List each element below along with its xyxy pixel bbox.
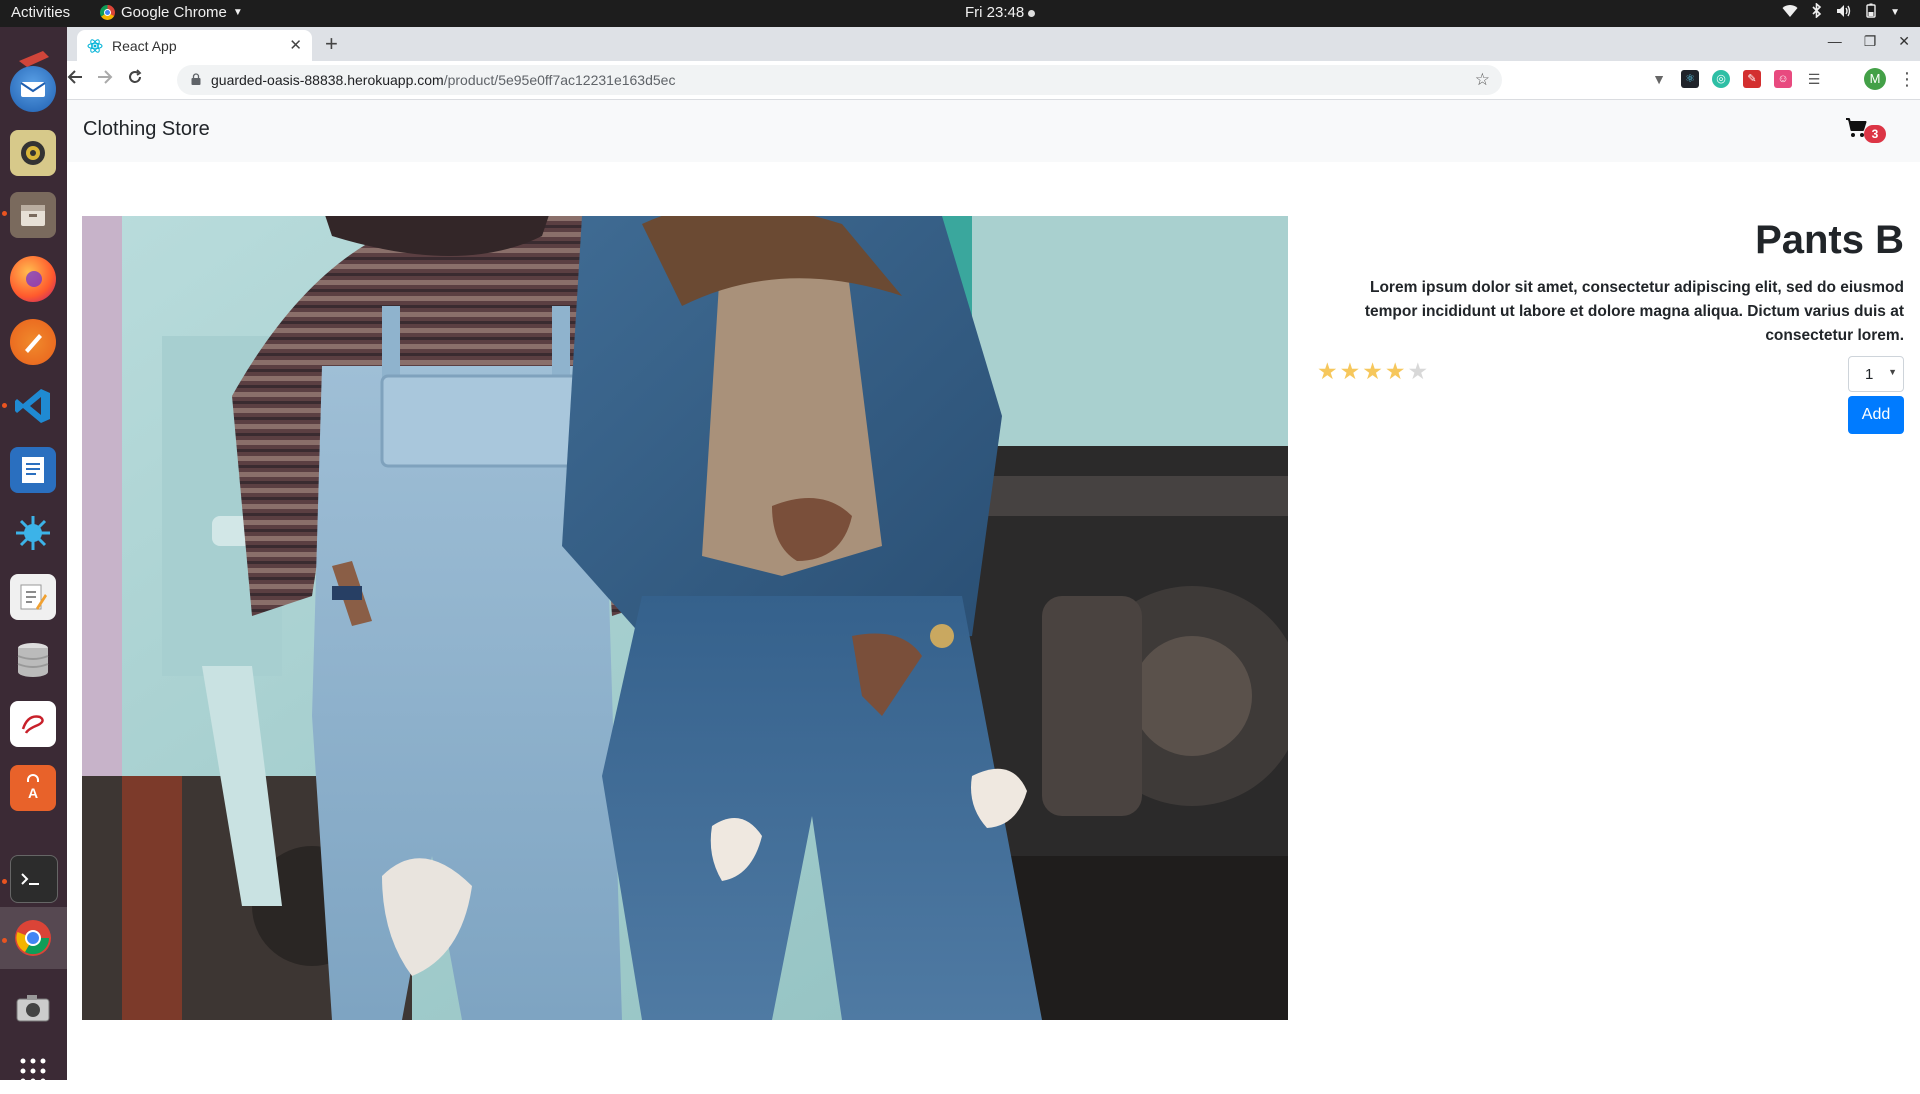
site-navbar: Clothing Store 3	[67, 100, 1920, 162]
clock[interactable]: Fri 23:48	[965, 4, 1036, 21]
star-filled-icon: ★	[1362, 358, 1383, 384]
product-title: Pants B	[1755, 218, 1904, 262]
star-empty-icon: ★	[1407, 358, 1429, 384]
close-window-icon[interactable]: ✕	[1898, 33, 1910, 50]
minimize-icon[interactable]: —	[1828, 33, 1842, 50]
show-apps-icon[interactable]	[10, 1048, 56, 1094]
star-filled-icon: ★	[1384, 358, 1406, 384]
activities-button[interactable]: Activities	[11, 4, 70, 21]
extension-red-icon[interactable]: ✎	[1743, 70, 1761, 88]
svg-text:A: A	[28, 785, 38, 801]
url-text: guarded-oasis-88838.herokuapp.com/produc…	[211, 72, 675, 88]
running-indicator	[2, 938, 7, 943]
extensions-bar: ▼ ⚛ ◎ ✎ ☺ ☰	[1650, 70, 1823, 88]
star-filled-icon: ★	[1317, 358, 1338, 384]
files-icon[interactable]	[10, 192, 56, 238]
url-host: guarded-oasis-88838.herokuapp.com	[211, 72, 444, 88]
chevron-down-icon: ▼	[1890, 6, 1900, 18]
extension-pink-icon[interactable]: ☺	[1774, 70, 1792, 88]
bookmark-star-icon[interactable]: ☆	[1475, 70, 1490, 90]
quantity-select[interactable]: 1 ▼	[1848, 356, 1904, 392]
kdenlive-icon[interactable]	[10, 510, 56, 556]
writer-icon[interactable]	[10, 447, 56, 493]
text-editor-icon[interactable]	[10, 574, 56, 620]
firefox-icon[interactable]	[10, 256, 56, 302]
chrome-icon[interactable]	[10, 915, 56, 961]
running-indicator	[2, 403, 7, 408]
vscode-icon[interactable]	[10, 383, 56, 429]
close-tab-icon[interactable]: ✕	[289, 36, 302, 54]
battery-icon	[1866, 3, 1876, 21]
volume-icon	[1836, 4, 1852, 21]
product-description: Lorem ipsum dolor sit amet, consectetur …	[1364, 279, 1904, 344]
forward-button[interactable]	[97, 68, 113, 91]
running-indicator	[2, 211, 7, 216]
system-top-bar: Activities Google Chrome ▼ Fri 23:48 ▼	[0, 0, 1920, 27]
url-path: /product/5e95e0ff7ac12231e163d5ec	[443, 72, 676, 88]
restore-icon[interactable]: ❐	[1864, 33, 1877, 50]
product-details: Pants B Lorem ipsum dolor sit amet, cons…	[1317, 216, 1904, 434]
address-bar[interactable]: guarded-oasis-88838.herokuapp.com/produc…	[177, 65, 1502, 95]
react-devtools-icon[interactable]: ⚛	[1681, 70, 1699, 88]
star-rating: ★ ★ ★ ★ ★	[1317, 358, 1428, 385]
wifi-icon	[1782, 4, 1798, 21]
thunderbird-icon[interactable]	[10, 66, 56, 112]
app-menu[interactable]: Google Chrome ▼	[100, 4, 243, 21]
chevron-down-icon: ▼	[1888, 367, 1897, 377]
chevron-down-icon: ▼	[232, 7, 243, 18]
lock-icon[interactable]	[191, 72, 201, 88]
chrome-menu-icon[interactable]: ⋮	[1898, 69, 1916, 90]
tab-strip: React App ✕ + — ❐ ✕	[67, 27, 1920, 61]
star-filled-icon: ★	[1339, 358, 1361, 384]
new-tab-button[interactable]: +	[325, 31, 338, 57]
browser-toolbar: guarded-oasis-88838.herokuapp.com/produc…	[67, 61, 1920, 100]
extension-circle-icon[interactable]: ◎	[1712, 70, 1730, 88]
rhythmbox-icon[interactable]	[10, 130, 56, 176]
bluetooth-icon	[1812, 2, 1822, 21]
tab-react-app[interactable]: React App ✕	[77, 30, 312, 61]
cart-button[interactable]: 3	[1845, 116, 1895, 146]
add-to-cart-button[interactable]: Add	[1848, 396, 1904, 434]
notification-dot-icon	[1028, 9, 1036, 17]
vue-devtools-icon[interactable]: ▼	[1650, 70, 1668, 88]
tab-title: React App	[112, 37, 177, 54]
database-icon[interactable]	[10, 637, 56, 683]
site-brand[interactable]: Clothing Store	[83, 118, 210, 141]
chrome-small-icon	[100, 5, 115, 20]
system-tray[interactable]: ▼	[1782, 2, 1900, 21]
react-favicon-icon	[87, 38, 103, 54]
clock-label: Fri 23:48	[965, 4, 1025, 21]
product-photo-illustration	[82, 216, 1288, 1020]
reload-button[interactable]	[127, 68, 143, 91]
browser-window: React App ✕ + — ❐ ✕ guarded-oasis-88838.…	[67, 27, 1920, 1080]
product-image	[82, 216, 1288, 1020]
window-controls: — ❐ ✕	[1828, 33, 1910, 50]
software-center-icon[interactable]: A	[10, 765, 56, 811]
screenshot-icon[interactable]	[10, 985, 56, 1031]
app-menu-label: Google Chrome	[121, 4, 227, 21]
media-control-icon[interactable]: ☰	[1805, 70, 1823, 88]
evince-icon[interactable]	[10, 701, 56, 747]
inkscape-icon[interactable]	[10, 319, 56, 365]
quantity-value: 1	[1865, 366, 1874, 383]
terminal-icon[interactable]	[10, 855, 58, 903]
web-page: Clothing Store 3 Pants B Lorem ipsum dol…	[67, 100, 1920, 1080]
profile-avatar[interactable]: M	[1864, 68, 1886, 90]
dock: A	[0, 27, 67, 1084]
cart-count-badge: 3	[1864, 125, 1886, 143]
back-button[interactable]	[67, 68, 83, 91]
running-indicator	[2, 879, 7, 884]
